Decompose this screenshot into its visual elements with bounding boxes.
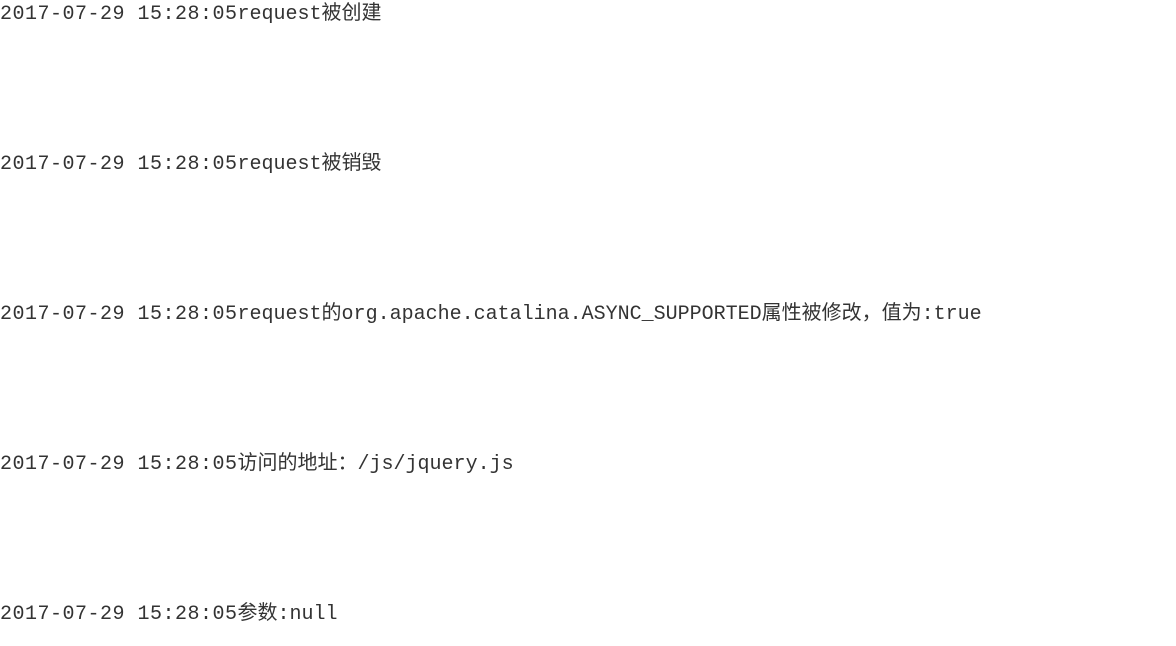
log-timestamp: 2017-07-29 15:28:05: [0, 303, 238, 326]
log-message: request的org.apache.catalina.ASYNC_SUPPOR…: [238, 303, 982, 326]
log-message: 参数:null: [238, 603, 338, 626]
log-timestamp: 2017-07-29 15:28:05: [0, 453, 238, 476]
log-entry: 2017-07-29 15:28:05参数:null: [0, 600, 1176, 630]
log-message: request被销毁: [238, 153, 382, 176]
log-timestamp: 2017-07-29 15:28:05: [0, 3, 238, 26]
log-timestamp: 2017-07-29 15:28:05: [0, 153, 238, 176]
log-entry: 2017-07-29 15:28:05访问的地址：/js/jquery.js: [0, 450, 1176, 480]
log-message: 访问的地址：/js/jquery.js: [238, 453, 514, 476]
log-entry: 2017-07-29 15:28:05request被销毁: [0, 150, 1176, 180]
log-message: request被创建: [238, 3, 382, 26]
log-entry: 2017-07-29 15:28:05request被创建: [0, 0, 1176, 30]
log-timestamp: 2017-07-29 15:28:05: [0, 603, 238, 626]
log-entry: 2017-07-29 15:28:05request的org.apache.ca…: [0, 300, 1176, 330]
